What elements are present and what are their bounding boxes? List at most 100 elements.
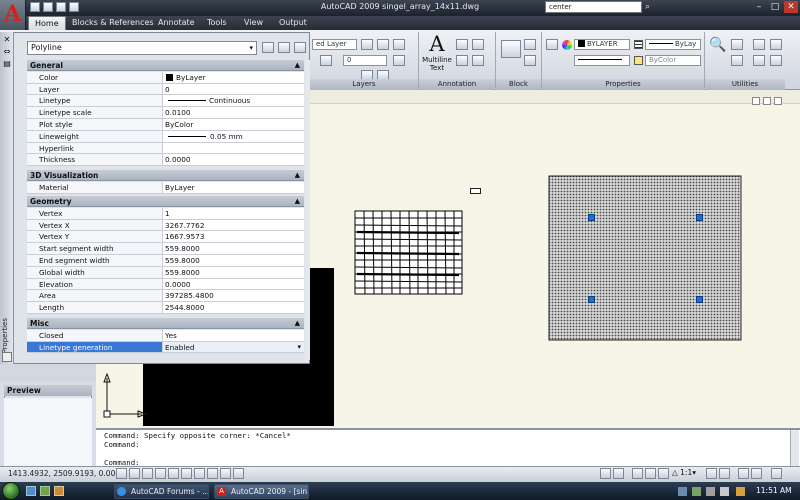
object-snap-tracking-icon[interactable] — [181, 468, 192, 479]
select-objects-icon[interactable] — [278, 42, 290, 53]
tab-output[interactable]: Output — [273, 16, 313, 30]
grip-handle[interactable] — [696, 214, 703, 221]
pan-icon[interactable] — [632, 468, 643, 479]
property-value[interactable]: 559.8000 — [163, 255, 304, 267]
drawing-restore-icon[interactable] — [763, 97, 771, 105]
model-icon[interactable] — [600, 468, 611, 479]
multiline-text-button[interactable]: Multiline Text — [420, 56, 454, 72]
tab-annotate[interactable]: Annotate — [152, 16, 201, 30]
tab-tools[interactable]: Tools — [201, 16, 233, 30]
annotation-visibility-icon[interactable] — [706, 468, 717, 479]
property-value[interactable]: ByColor — [163, 119, 304, 131]
match-properties-icon[interactable] — [546, 39, 558, 50]
zoom-status-icon[interactable] — [645, 468, 656, 479]
property-row[interactable]: Elevation 0.0000 — [27, 278, 304, 291]
plot-style-combo[interactable]: ByColor — [645, 55, 701, 66]
measure-icon[interactable] — [770, 39, 782, 50]
network-icon[interactable] — [706, 487, 715, 496]
property-value[interactable]: ByLayer — [163, 71, 304, 84]
leader-icon[interactable] — [456, 55, 468, 66]
tab-blocks-references[interactable]: Blocks & References — [66, 16, 160, 30]
object-type-select[interactable]: Polyline ▾ — [27, 41, 257, 55]
layout-icon[interactable] — [613, 468, 624, 479]
property-value[interactable]: 1667.9573 — [163, 231, 304, 244]
property-row[interactable]: Length 2544.8000 — [27, 302, 304, 314]
lineweight-combo[interactable] — [574, 55, 630, 66]
layer-combo[interactable]: ed Layer — [312, 39, 357, 50]
dynamic-input-icon[interactable] — [207, 468, 218, 479]
insert-block-icon[interactable] — [501, 40, 521, 58]
quick-properties-icon[interactable] — [233, 468, 244, 479]
section-geometry[interactable]: Geometry ▲ — [27, 196, 304, 207]
section-misc[interactable]: Misc ▲ — [27, 318, 304, 329]
coordinate-readout[interactable]: 1413.4932, 2509.9193, 0.0000 — [8, 469, 125, 478]
lineweight-icon[interactable] — [220, 468, 231, 479]
palette-properties-icon[interactable]: ▤ — [2, 59, 12, 69]
layer-iso-icon[interactable] — [377, 39, 389, 50]
property-row[interactable]: Vertex Y 1667.9573 — [27, 231, 304, 244]
table-icon[interactable] — [472, 55, 484, 66]
polar-tracking-icon[interactable] — [155, 468, 166, 479]
property-value[interactable]: 0 — [163, 83, 304, 96]
property-row[interactable]: Lineweight 0.05 mm — [27, 130, 304, 143]
property-value[interactable]: 2544.8000 — [163, 302, 304, 314]
maximize-icon[interactable]: □ — [768, 1, 782, 13]
dynamic-ucs-icon[interactable] — [194, 468, 205, 479]
property-value[interactable]: 0.05 mm — [163, 130, 304, 143]
property-row-selected[interactable]: Linetype generation Enabled ▾ — [27, 341, 304, 354]
property-row[interactable]: Area 397285.4800 — [27, 290, 304, 303]
taskbar-clock[interactable]: 11:51 AM — [756, 486, 792, 495]
property-row[interactable]: Plot style ByColor — [27, 119, 304, 131]
section-general[interactable]: General ▲ — [27, 60, 304, 71]
property-value[interactable]: 0.0100 — [163, 107, 304, 119]
property-row[interactable]: Color ByLayer — [27, 71, 304, 84]
property-value[interactable]: 0.0000 — [163, 278, 304, 291]
quick-select-icon[interactable] — [294, 42, 306, 53]
palette-scrollbar[interactable] — [305, 60, 310, 360]
command-scrollbar[interactable] — [790, 430, 799, 466]
layer-off-icon[interactable] — [393, 39, 405, 50]
property-row[interactable]: Vertex 1 — [27, 207, 304, 220]
steering-wheel-icon[interactable] — [658, 468, 669, 479]
zoom-icon[interactable]: 🔍 — [709, 37, 726, 53]
clean-screen-icon[interactable] — [771, 468, 782, 479]
edit-block-icon[interactable] — [524, 55, 536, 66]
auto-scale-icon[interactable] — [719, 468, 730, 479]
annotation-scale[interactable]: △ 1:1▾ — [672, 468, 702, 477]
layer-freeze-icon[interactable] — [320, 55, 332, 66]
quick-select-icon[interactable] — [753, 39, 765, 50]
palette-close-icon[interactable]: ✕ — [2, 35, 12, 45]
volume-icon[interactable] — [720, 487, 729, 496]
property-row[interactable]: Linetype scale 0.0100 — [27, 107, 304, 119]
property-value-dropdown[interactable]: Enabled ▾ — [163, 341, 304, 354]
search-icon[interactable]: ⌕ — [645, 2, 657, 13]
workspace-switch-icon[interactable] — [738, 468, 749, 479]
create-block-icon[interactable] — [524, 39, 536, 50]
quick-launch-icon[interactable] — [26, 486, 36, 496]
property-value[interactable]: Continuous — [163, 95, 304, 108]
property-value[interactable]: 559.8000 — [163, 243, 304, 255]
grip-handle[interactable] — [588, 296, 595, 303]
property-value[interactable] — [163, 142, 304, 155]
color-combo[interactable]: BYLAYER — [574, 39, 630, 50]
ortho-mode-icon[interactable] — [142, 468, 153, 479]
quick-launch-icon[interactable] — [40, 486, 50, 496]
grid-display-icon[interactable] — [129, 468, 140, 479]
property-value[interactable]: ByLayer — [163, 181, 304, 194]
drawing-close-icon[interactable] — [774, 97, 782, 105]
object-snap-icon[interactable] — [168, 468, 179, 479]
paste-icon[interactable] — [731, 55, 743, 66]
property-row[interactable]: Closed Yes — [27, 329, 304, 342]
text-style-icon[interactable] — [456, 39, 468, 50]
search-input[interactable]: center — [545, 1, 642, 13]
property-value[interactable]: 3267.7762 — [163, 219, 304, 232]
grid-hatch-shape[interactable] — [354, 210, 464, 296]
palette-title-strip[interactable] — [0, 32, 14, 364]
multiline-text-icon[interactable]: A — [426, 33, 448, 55]
close-icon[interactable]: ✕ — [784, 1, 798, 13]
toggle-pickadd-icon[interactable] — [262, 42, 274, 53]
property-value[interactable]: 397285.4800 — [163, 290, 304, 303]
copy-clip-icon[interactable] — [731, 39, 743, 50]
quick-launch-icon[interactable] — [54, 486, 64, 496]
property-row[interactable]: Thickness 0.0000 — [27, 154, 304, 167]
